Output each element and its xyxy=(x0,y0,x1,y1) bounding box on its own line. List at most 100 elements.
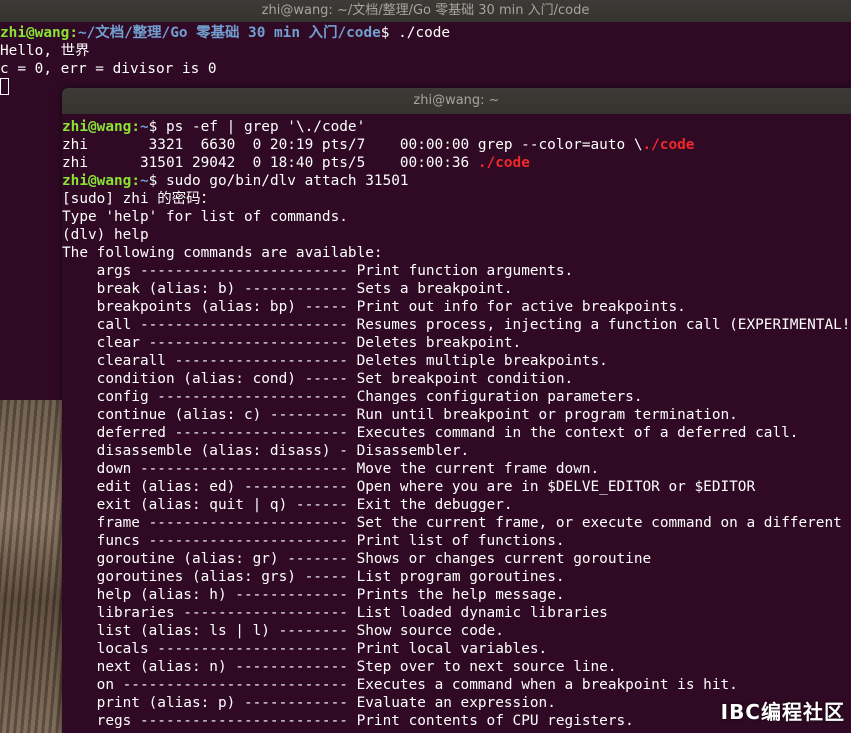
dlv-command-name: on -------------------------- xyxy=(96,677,348,693)
dlv-command-row: deferred -------------------- Executes c… xyxy=(62,424,851,442)
output-line: The following commands are available: xyxy=(62,245,383,261)
dlv-command-desc: Set breakpoint condition. xyxy=(356,371,574,387)
dlv-command-desc: Disassembler. xyxy=(356,443,470,459)
dlv-command-row: breakpoints (alias: bp) ----- Print out … xyxy=(62,298,851,316)
dlv-command-name: exit (alias: quit | q) ------ xyxy=(96,497,348,513)
front-terminal-window[interactable]: zhi@wang: ~ zhi@wang:~$ ps -ef | grep '\… xyxy=(62,88,851,733)
output-line: Type 'help' for list of commands. xyxy=(62,209,348,225)
dlv-command-name: funcs ----------------------- xyxy=(96,533,348,549)
dlv-command-name: deferred -------------------- xyxy=(96,425,348,441)
dlv-command-row: clear ----------------------- Deletes br… xyxy=(62,334,851,352)
prompt-path: ~ xyxy=(139,119,149,135)
back-terminal-output[interactable]: zhi@wang:~/文档/整理/Go 零基础 30 min 入门/code$ … xyxy=(0,22,851,97)
dlv-command-name: config ---------------------- xyxy=(96,389,348,405)
dlv-command-desc: Deletes breakpoint. xyxy=(356,335,522,351)
dlv-command-desc: Deletes multiple breakpoints. xyxy=(356,353,608,369)
front-window-title[interactable]: zhi@wang: ~ xyxy=(62,88,851,114)
dlv-command-row: help (alias: h) ------------- Prints the… xyxy=(62,586,851,604)
dlv-command-name: help (alias: h) ------------- xyxy=(96,587,348,603)
dlv-command-desc: Print function arguments. xyxy=(356,263,574,279)
dlv-command-desc: Run until breakpoint or program terminat… xyxy=(356,407,738,423)
dlv-command-name: list (alias: ls | l) -------- xyxy=(96,623,348,639)
dlv-command-name: edit (alias: ed) ------------ xyxy=(96,479,348,495)
prompt-user: zhi@wang xyxy=(62,173,132,189)
ps-row: zhi 31501 29042 0 18:40 pts/5 00:00:36 xyxy=(62,155,478,171)
dlv-command-name: break (alias: b) ------------ xyxy=(96,281,348,297)
dlv-command-name: down ------------------------ xyxy=(96,461,348,477)
desktop-background: zhi@wang: ~/文档/整理/Go 零基础 30 min 入门/code … xyxy=(0,0,851,733)
wallpaper-tree-bark xyxy=(0,400,62,733)
back-window-title[interactable]: zhi@wang: ~/文档/整理/Go 零基础 30 min 入门/code xyxy=(0,0,851,22)
watermark-logo: IBC编程社区 xyxy=(720,700,845,724)
dlv-command-list: args ------------------------ Print func… xyxy=(62,262,851,730)
front-terminal-output[interactable]: zhi@wang:~$ ps -ef | grep '\./code' zhi … xyxy=(62,114,851,730)
ps-command: ps -ef | grep '\./code' xyxy=(157,119,366,135)
dlv-command-name: frame ----------------------- xyxy=(96,515,348,531)
dlv-command-desc: Evaluate an expression. xyxy=(356,695,556,711)
dlv-command-row: config ---------------------- Changes co… xyxy=(62,388,851,406)
dlv-command-row: libraries ------------------- List loade… xyxy=(62,604,851,622)
dlv-command-row: edit (alias: ed) ------------ Open where… xyxy=(62,478,851,496)
dlv-command-desc: Exit the debugger. xyxy=(356,497,513,513)
dlv-command-desc: Print local variables. xyxy=(356,641,548,657)
dlv-command-row: goroutines (alias: grs) ----- List progr… xyxy=(62,568,851,586)
grep-match: ./code xyxy=(477,155,530,171)
prompt-user: zhi@wang xyxy=(62,119,132,135)
prompt-path: ~ xyxy=(139,173,149,189)
dlv-command-row: on -------------------------- Executes a… xyxy=(62,676,851,694)
dlv-command-row: down ------------------------ Move the c… xyxy=(62,460,851,478)
dlv-command-desc: Prints the help message. xyxy=(356,587,565,603)
dlv-command-desc: Executes a command when a breakpoint is … xyxy=(356,677,738,693)
dlv-command-desc: Print out info for active breakpoints. xyxy=(356,299,686,315)
dlv-command-name: clearall -------------------- xyxy=(96,353,348,369)
dlv-command-desc: Move the current frame down. xyxy=(356,461,600,477)
dlv-command-row: clearall -------------------- Deletes mu… xyxy=(62,352,851,370)
dlv-command-desc: Show source code. xyxy=(356,623,504,639)
output-line: c = 0, err = divisor is 0 xyxy=(0,61,217,77)
dlv-command-row: frame ----------------------- Set the cu… xyxy=(62,514,851,532)
dlv-command-row: list (alias: ls | l) -------- Show sourc… xyxy=(62,622,851,640)
dlv-command-name: goroutines (alias: grs) ----- xyxy=(96,569,348,585)
dlv-command-name: breakpoints (alias: bp) ----- xyxy=(96,299,348,315)
prompt-user: zhi@wang xyxy=(0,25,70,41)
dlv-command-row: condition (alias: cond) ----- Set breakp… xyxy=(62,370,851,388)
dlv-command-desc: Print list of functions. xyxy=(356,533,565,549)
dlv-command-name: locals ---------------------- xyxy=(96,641,348,657)
output-line: (dlv) help xyxy=(62,227,149,243)
dlv-command-row: next (alias: n) ------------- Step over … xyxy=(62,658,851,676)
dlv-command-name: libraries ------------------- xyxy=(96,605,348,621)
dlv-command-row: goroutine (alias: gr) ------- Shows or c… xyxy=(62,550,851,568)
prompt-path: ~/文档/整理/Go 零基础 30 min 入门/code xyxy=(77,25,381,41)
dlv-command-name: call ------------------------ xyxy=(96,317,348,333)
dlv-command-desc: Changes configuration parameters. xyxy=(356,389,643,405)
dlv-command-row: continue (alias: c) --------- Run until … xyxy=(62,406,851,424)
dlv-command-row: break (alias: b) ------------ Sets a bre… xyxy=(62,280,851,298)
ps-row: zhi 3321 6630 0 20:19 pts/7 00:00:00 gre… xyxy=(62,137,643,153)
dlv-command-desc: Set the current frame, or execute comman… xyxy=(356,515,851,531)
dlv-command-desc: Print contents of CPU registers. xyxy=(356,713,634,729)
output-line: Hello, 世界 xyxy=(0,43,90,59)
dlv-command-row: disassemble (alias: disass) - Disassembl… xyxy=(62,442,851,460)
dlv-command-name: regs ------------------------ xyxy=(96,713,348,729)
dlv-command-name: continue (alias: c) --------- xyxy=(96,407,348,423)
dlv-command-row: funcs ----------------------- Print list… xyxy=(62,532,851,550)
dlv-command-name: print (alias: p) ------------ xyxy=(96,695,348,711)
dlv-command-name: condition (alias: cond) ----- xyxy=(96,371,348,387)
dlv-command-name: clear ----------------------- xyxy=(96,335,348,351)
dlv-command-row: exit (alias: quit | q) ------ Exit the d… xyxy=(62,496,851,514)
dlv-command: sudo go/bin/dlv attach 31501 xyxy=(157,173,409,189)
dlv-command-desc: List loaded dynamic libraries xyxy=(356,605,608,621)
dlv-command-desc: Sets a breakpoint. xyxy=(356,281,513,297)
dlv-command-row: locals ---------------------- Print loca… xyxy=(62,640,851,658)
dlv-command-desc: Resumes process, injecting a function ca… xyxy=(356,317,851,333)
dlv-command-name: goroutine (alias: gr) ------- xyxy=(96,551,348,567)
terminal-cursor xyxy=(0,78,9,95)
dlv-command-row: args ------------------------ Print func… xyxy=(62,262,851,280)
dlv-command-name: next (alias: n) ------------- xyxy=(96,659,348,675)
back-command: ./code xyxy=(389,25,451,41)
dlv-command-name: args ------------------------ xyxy=(96,263,348,279)
grep-match: ./code xyxy=(642,137,695,153)
dlv-command-desc: Step over to next source line. xyxy=(356,659,617,675)
dlv-command-name: disassemble (alias: disass) - xyxy=(96,443,348,459)
dlv-command-row: call ------------------------ Resumes pr… xyxy=(62,316,851,334)
